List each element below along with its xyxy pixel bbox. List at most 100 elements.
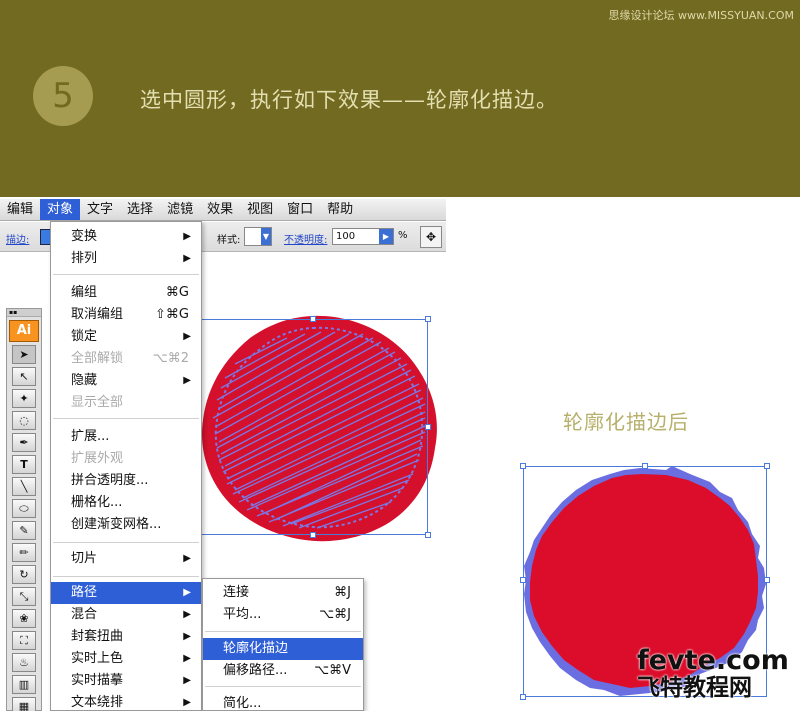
- menu-item-unlock-all: 全部解锁 ⌥⌘2: [51, 348, 201, 370]
- menu-item-label: 简化...: [223, 696, 262, 711]
- menu-item-join[interactable]: 连接 ⌘J: [203, 582, 363, 604]
- stroke-label[interactable]: 描边:: [6, 231, 29, 246]
- menu-object[interactable]: 对象: [40, 199, 81, 220]
- menu-item-label: 拼合透明度...: [71, 473, 149, 488]
- warp-tool-icon[interactable]: ❀: [12, 609, 36, 628]
- resize-handle[interactable]: [520, 577, 526, 583]
- menu-item-flatten-transparency[interactable]: 拼合透明度...: [51, 470, 201, 492]
- submenu-arrow-icon: ▶: [183, 587, 191, 598]
- step-instruction: 选中圆形，执行如下效果——轮廓化描边。: [140, 88, 558, 112]
- submenu-arrow-icon: ▶: [183, 697, 191, 708]
- menu-separator: [205, 686, 361, 687]
- pencil-tool-icon[interactable]: ✏: [12, 543, 36, 562]
- resize-handle[interactable]: [642, 463, 648, 469]
- menu-item-live-trace[interactable]: 实时描摹 ▶: [51, 670, 201, 692]
- select-similar-icon[interactable]: ✥: [420, 226, 442, 248]
- menu-item-average[interactable]: 平均... ⌥⌘J: [203, 604, 363, 626]
- shortcut-label: ⌥⌘V: [314, 663, 351, 678]
- menu-item-text-wrap[interactable]: 文本绕排 ▶: [51, 692, 201, 711]
- menu-item-label: 实时描摹: [71, 673, 124, 688]
- menu-item-expand[interactable]: 扩展...: [51, 426, 201, 448]
- menu-item-slice[interactable]: 切片 ▶: [51, 548, 201, 570]
- path-submenu: 连接 ⌘J 平均... ⌥⌘J 轮廓化描边 偏移路径... ⌥⌘V 简化...: [202, 578, 364, 711]
- brush-tool-icon[interactable]: ✎: [12, 521, 36, 540]
- selection-tool-icon[interactable]: ➤: [12, 345, 36, 364]
- menu-item-label: 创建渐变网格...: [71, 517, 162, 532]
- menu-item-hide[interactable]: 隐藏 ▶: [51, 370, 201, 392]
- menu-separator: [53, 418, 199, 419]
- menu-separator: [205, 631, 361, 632]
- scale-tool-icon[interactable]: ⤡: [12, 587, 36, 606]
- menu-item-rasterize[interactable]: 栅格化...: [51, 492, 201, 514]
- menu-item-transform[interactable]: 变换 ▶: [51, 226, 201, 248]
- illustrator-logo: Ai: [9, 320, 39, 342]
- menu-item-arrange[interactable]: 排列 ▶: [51, 248, 201, 270]
- menu-filter[interactable]: 滤镜: [160, 199, 200, 220]
- menu-effect[interactable]: 效果: [200, 199, 240, 220]
- menu-select[interactable]: 选择: [120, 199, 160, 220]
- menu-edit[interactable]: 编辑: [0, 199, 40, 220]
- mesh-tool-icon[interactable]: ▦: [12, 697, 36, 711]
- fevte-watermark: fevte.com 飞特教程网: [637, 647, 789, 702]
- menu-item-gradient-mesh[interactable]: 创建渐变网格...: [51, 514, 201, 536]
- resize-handle[interactable]: [764, 463, 770, 469]
- menu-item-label: 混合: [71, 607, 98, 622]
- resize-handle[interactable]: [310, 532, 316, 538]
- shortcut-label: ⇧⌘G: [155, 307, 189, 322]
- graph-tool-icon[interactable]: ▥: [12, 675, 36, 694]
- submenu-arrow-icon: ▶: [183, 553, 191, 564]
- submenu-arrow-icon: ▶: [183, 631, 191, 642]
- menu-item-label: 扩展外观: [71, 451, 124, 466]
- resize-handle[interactable]: [764, 577, 770, 583]
- panel-grip-icon[interactable]: ▪▪: [7, 309, 41, 317]
- percent-sign: %: [398, 230, 408, 241]
- menu-item-offset-path[interactable]: 偏移路径... ⌥⌘V: [203, 660, 363, 682]
- selection-bounding-box[interactable]: [195, 316, 431, 538]
- lasso-tool-icon[interactable]: ◌: [12, 411, 36, 430]
- ellipse-tool-icon[interactable]: ⬭: [12, 499, 36, 518]
- menu-type[interactable]: 文字: [80, 199, 120, 220]
- magic-wand-icon[interactable]: ✦: [12, 389, 36, 408]
- resize-handle[interactable]: [425, 316, 431, 322]
- menu-item-ungroup[interactable]: 取消编组 ⇧⌘G: [51, 304, 201, 326]
- menu-item-blend[interactable]: 混合 ▶: [51, 604, 201, 626]
- symbol-sprayer-icon[interactable]: ♨: [12, 653, 36, 672]
- resize-handle[interactable]: [520, 463, 526, 469]
- style-picker[interactable]: ▼: [244, 227, 272, 246]
- submenu-arrow-icon: ▶: [183, 253, 191, 264]
- menu-item-group[interactable]: 编组 ⌘G: [51, 282, 201, 304]
- shortcut-label: ⌘G: [165, 285, 189, 300]
- opacity-label[interactable]: 不透明度:: [284, 231, 327, 246]
- menu-item-lock[interactable]: 锁定 ▶: [51, 326, 201, 348]
- menu-separator: [53, 542, 199, 543]
- menu-window[interactable]: 窗口: [280, 199, 320, 220]
- menu-item-show-all: 显示全部: [51, 392, 201, 414]
- opacity-input[interactable]: 100 ▶: [332, 228, 394, 245]
- menu-item-expand-appearance: 扩展外观: [51, 448, 201, 470]
- opacity-value: 100: [336, 231, 356, 242]
- menu-view[interactable]: 视图: [240, 199, 280, 220]
- menu-item-label: 排列: [71, 251, 98, 266]
- menu-item-label: 取消编组: [71, 307, 124, 322]
- resize-handle[interactable]: [310, 316, 316, 322]
- menu-item-label: 封套扭曲: [71, 629, 124, 644]
- resize-handle[interactable]: [520, 694, 526, 700]
- chevron-down-icon: ▼: [261, 228, 271, 245]
- menu-item-envelope-distort[interactable]: 封套扭曲 ▶: [51, 626, 201, 648]
- menu-help[interactable]: 帮助: [320, 199, 360, 220]
- line-tool-icon[interactable]: ╲: [12, 477, 36, 496]
- submenu-arrow-icon: ▶: [183, 653, 191, 664]
- menu-item-simplify[interactable]: 简化...: [203, 693, 363, 711]
- site-watermark: 思缘设计论坛 www.MISSYUAN.COM: [608, 9, 794, 22]
- menu-item-path[interactable]: 路径 ▶: [51, 582, 201, 604]
- resize-handle[interactable]: [425, 532, 431, 538]
- pen-tool-icon[interactable]: ✒: [12, 433, 36, 452]
- shortcut-label: ⌘J: [334, 585, 351, 600]
- rotate-tool-icon[interactable]: ↻: [12, 565, 36, 584]
- type-tool-icon[interactable]: T: [12, 455, 36, 474]
- menu-item-outline-stroke[interactable]: 轮廓化描边: [203, 638, 363, 660]
- menu-item-live-paint[interactable]: 实时上色 ▶: [51, 648, 201, 670]
- resize-handle[interactable]: [425, 424, 431, 430]
- direct-selection-tool-icon[interactable]: ↖: [12, 367, 36, 386]
- free-transform-icon[interactable]: ⛶: [12, 631, 36, 650]
